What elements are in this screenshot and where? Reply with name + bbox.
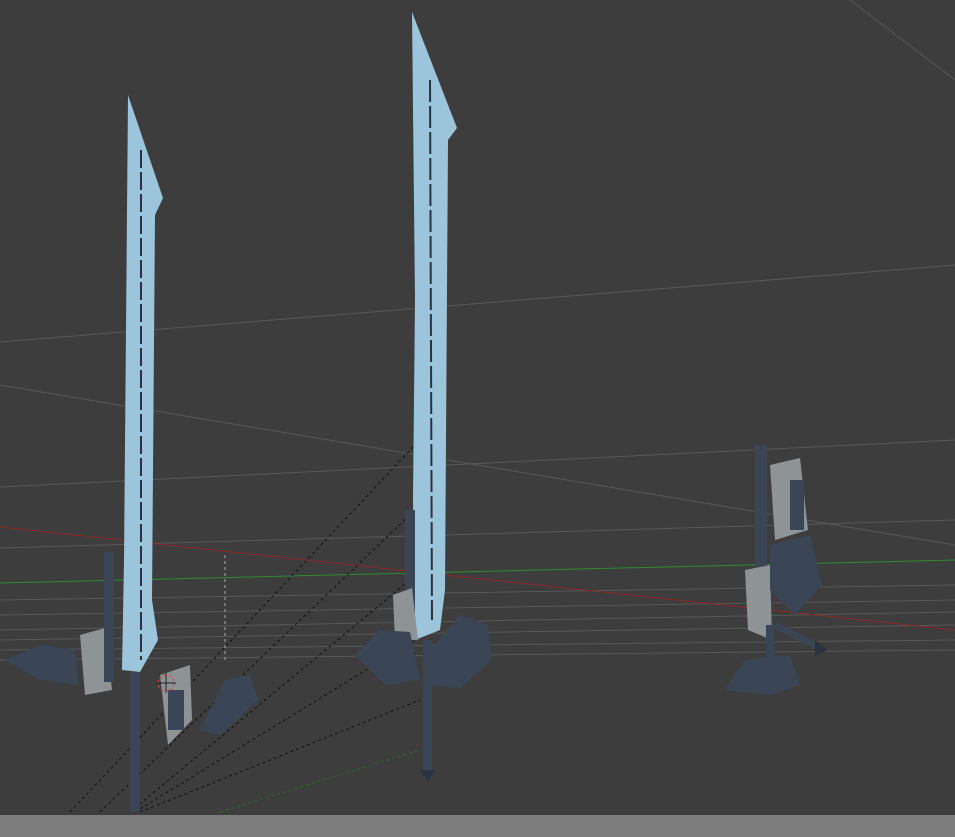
blade xyxy=(122,95,163,672)
pommel xyxy=(420,770,435,782)
guard-wing-left xyxy=(355,630,420,685)
viewport-canvas[interactable] xyxy=(0,0,955,815)
status-bar xyxy=(0,815,955,837)
sword-parts-right[interactable] xyxy=(725,445,828,695)
guard-wing-right xyxy=(200,675,258,735)
sword-middle[interactable] xyxy=(355,12,492,782)
blade xyxy=(412,12,457,640)
sword-left[interactable] xyxy=(5,95,258,812)
guard-wing-left xyxy=(5,645,78,685)
handle xyxy=(130,672,140,812)
handle xyxy=(423,640,432,770)
3d-viewport[interactable] xyxy=(0,0,955,815)
camera-lines xyxy=(69,444,421,813)
